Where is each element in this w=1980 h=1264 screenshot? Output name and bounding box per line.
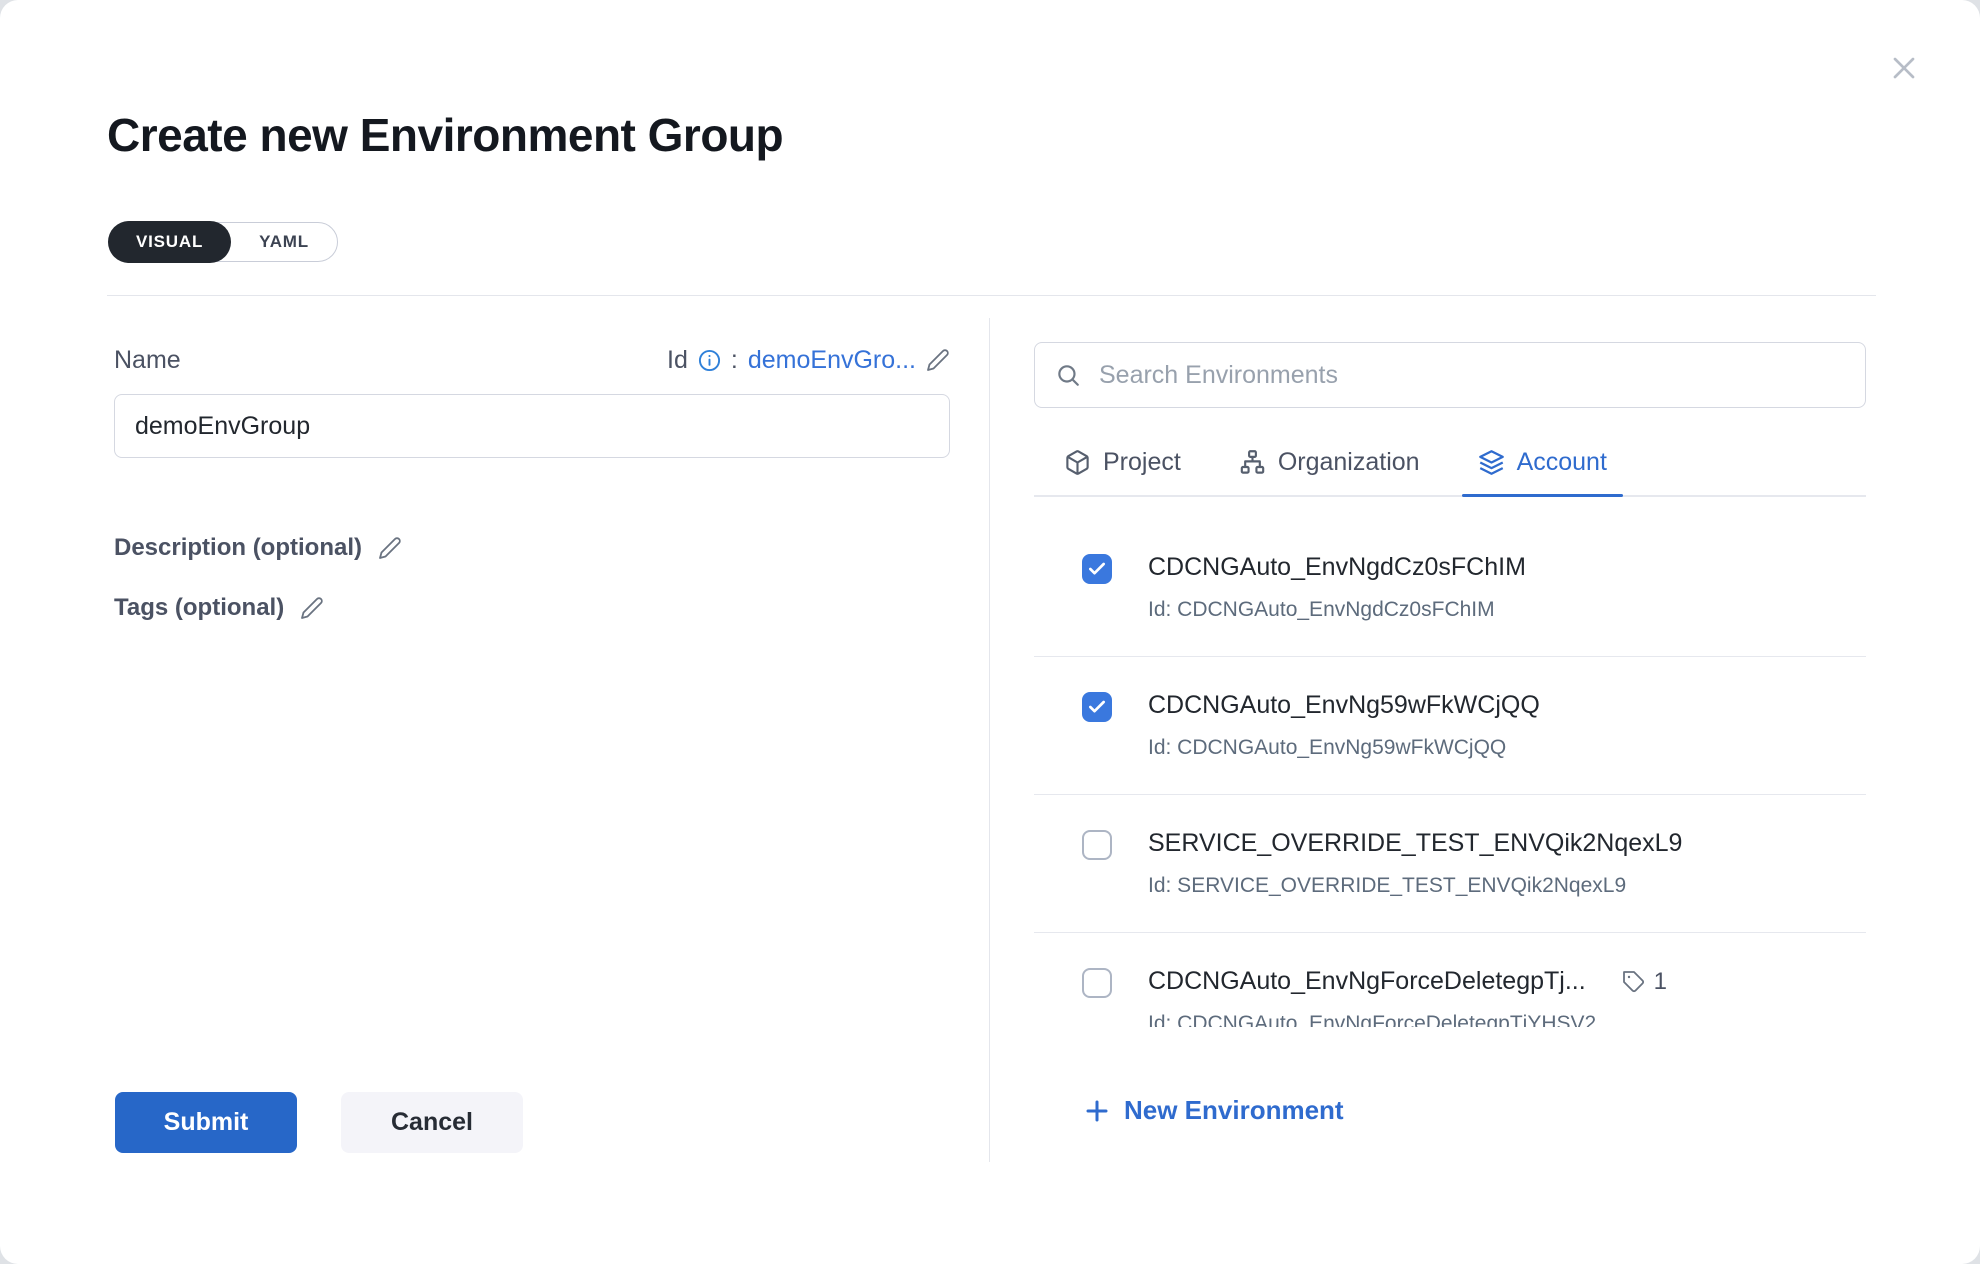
env-name-line: CDCNGAuto_EnvNgForceDeletegpTj... 1 (1148, 967, 1667, 996)
name-input[interactable] (114, 394, 950, 458)
id-cluster: Id : demoEnvGro... (667, 346, 950, 375)
env-name: CDCNGAuto_EnvNg59wFkWCjQQ (1148, 691, 1540, 720)
env-id: Id: SERVICE_OVERRIDE_TEST_ENVQik2NqexL9 (1148, 874, 1682, 898)
tag-icon (1622, 970, 1646, 994)
environment-row: CDCNGAuto_EnvNg59wFkWCjQQ Id: CDCNGAuto_… (1034, 657, 1866, 795)
env-id: Id: CDCNGAuto_EnvNgdCz0sFChIM (1148, 598, 1526, 622)
close-icon (1886, 50, 1922, 86)
env-checkbox[interactable] (1082, 554, 1112, 584)
environment-row: CDCNGAuto_EnvNgdCz0sFChIM Id: CDCNGAuto_… (1034, 497, 1866, 657)
edit-tags-icon[interactable] (300, 596, 324, 620)
new-environment-button[interactable]: New Environment (1084, 1095, 1866, 1126)
env-checkbox[interactable] (1082, 830, 1112, 860)
description-label: Description (optional) (114, 534, 362, 562)
environment-row: CDCNGAuto_EnvNgForceDeletegpTj... 1 Id: … (1034, 933, 1866, 1027)
id-separator: : (731, 346, 738, 375)
tags-row: Tags (optional) (114, 594, 950, 622)
tab-project-label: Project (1103, 448, 1181, 477)
check-icon (1087, 697, 1107, 717)
env-texts: CDCNGAuto_EnvNgdCz0sFChIM Id: CDCNGAuto_… (1148, 553, 1526, 622)
search-box (1034, 342, 1866, 408)
submit-button[interactable]: Submit (115, 1092, 297, 1153)
org-chart-icon (1239, 449, 1266, 476)
env-name: SERVICE_OVERRIDE_TEST_ENVQik2NqexL9 (1148, 829, 1682, 858)
toggle-yaml[interactable]: YAML (231, 223, 337, 261)
environment-row: SERVICE_OVERRIDE_TEST_ENVQik2NqexL9 Id: … (1034, 795, 1866, 933)
environment-panel: Project Organization Account (1034, 342, 1866, 1126)
tags-label: Tags (optional) (114, 594, 284, 622)
description-row: Description (optional) (114, 534, 950, 562)
env-name: CDCNGAuto_EnvNgdCz0sFChIM (1148, 553, 1526, 582)
tab-project[interactable]: Project (1048, 444, 1197, 495)
env-texts: SERVICE_OVERRIDE_TEST_ENVQik2NqexL9 Id: … (1148, 829, 1682, 898)
id-value-link[interactable]: demoEnvGro... (748, 346, 916, 375)
scope-tabs: Project Organization Account (1034, 444, 1866, 497)
tab-account[interactable]: Account (1462, 444, 1623, 495)
env-checkbox[interactable] (1082, 692, 1112, 722)
info-icon[interactable] (698, 349, 721, 372)
env-id: Id: CDCNGAuto_EnvNg59wFkWCjQQ (1148, 736, 1540, 760)
edit-id-icon[interactable] (926, 348, 950, 372)
name-label: Name (114, 346, 181, 375)
create-env-group-modal: Create new Environment Group VISUAL YAML… (0, 0, 1980, 1264)
tab-organization-label: Organization (1278, 448, 1420, 477)
env-id: Id: CDCNGAuto_EnvNgForceDeletegpTjYHSV2 (1148, 1012, 1667, 1027)
search-input[interactable] (1097, 360, 1845, 391)
env-texts: CDCNGAuto_EnvNg59wFkWCjQQ Id: CDCNGAuto_… (1148, 691, 1540, 760)
panel-divider (989, 318, 990, 1162)
tab-account-label: Account (1517, 448, 1607, 477)
close-button[interactable] (1880, 44, 1928, 95)
check-icon (1087, 559, 1107, 579)
visual-yaml-toggle: VISUAL YAML (108, 222, 338, 262)
tag-count: 1 (1654, 968, 1667, 996)
modal-title: Create new Environment Group (107, 108, 783, 162)
cancel-button[interactable]: Cancel (341, 1092, 523, 1153)
action-buttons: Submit Cancel (115, 1092, 523, 1153)
form-column: Name Id : demoEnvGro... Description (opt… (114, 340, 950, 622)
cube-icon (1064, 449, 1091, 476)
environment-list: CDCNGAuto_EnvNgdCz0sFChIM Id: CDCNGAuto_… (1034, 497, 1866, 1027)
search-icon (1055, 362, 1081, 388)
env-texts: CDCNGAuto_EnvNgForceDeletegpTj... 1 Id: … (1148, 967, 1667, 1027)
header-divider (107, 295, 1876, 296)
new-environment-label: New Environment (1124, 1095, 1344, 1126)
env-name: CDCNGAuto_EnvNgForceDeletegpTj... (1148, 967, 1586, 996)
tab-organization[interactable]: Organization (1223, 444, 1436, 495)
toggle-visual[interactable]: VISUAL (108, 221, 231, 263)
env-name-line: CDCNGAuto_EnvNgdCz0sFChIM (1148, 553, 1526, 582)
layers-icon (1478, 449, 1505, 476)
name-row: Name Id : demoEnvGro... (114, 340, 950, 380)
id-label: Id (667, 346, 688, 375)
edit-description-icon[interactable] (378, 536, 402, 560)
env-name-line: SERVICE_OVERRIDE_TEST_ENVQik2NqexL9 (1148, 829, 1682, 858)
env-name-line: CDCNGAuto_EnvNg59wFkWCjQQ (1148, 691, 1540, 720)
env-checkbox[interactable] (1082, 968, 1112, 998)
plus-icon (1084, 1098, 1110, 1124)
env-tag-badge: 1 (1622, 968, 1667, 996)
